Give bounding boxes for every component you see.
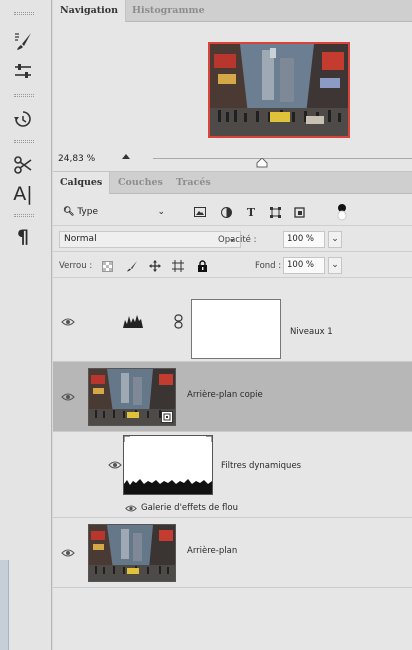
search-icon: 🔍︎ <box>63 207 75 217</box>
visibility-eye-icon[interactable] <box>61 548 75 558</box>
blend-mode-select[interactable]: Normal ⌄ <box>59 231 241 248</box>
shape-filter-icon[interactable] <box>269 206 281 218</box>
fill-field[interactable]: 100 % <box>283 257 325 274</box>
pixel-filter-icon[interactable] <box>194 206 206 218</box>
zoom-slider-thumb[interactable] <box>256 158 268 168</box>
smart-filter-mask-thumbnail[interactable] <box>123 435 213 495</box>
chevron-down-icon: ⌄ <box>157 207 165 217</box>
layers-panel: Calques Couches Tracés 🔍︎ Type ⌄ T Norma… <box>53 172 412 650</box>
layer-name[interactable]: Arrière-plan <box>187 546 237 556</box>
layer-thumbnail[interactable] <box>88 368 176 426</box>
character-tool-icon[interactable]: A| <box>8 181 38 207</box>
type-filter-icon[interactable]: T <box>245 206 257 219</box>
filter-effect-name[interactable]: Galerie d'effets de flou <box>141 503 238 513</box>
navigator-tab-bar: Navigation Histogramme <box>53 0 412 22</box>
opacity-dropdown-button[interactable]: ⌄ <box>328 231 342 248</box>
clone-tool-icon[interactable] <box>8 152 38 178</box>
visibility-eye-icon[interactable] <box>61 317 75 327</box>
tab-navigation[interactable]: Navigation <box>53 0 127 22</box>
adjustment-filter-icon[interactable] <box>220 206 232 218</box>
levels-adjustment-icon <box>123 315 143 328</box>
visibility-eye-icon[interactable] <box>108 460 122 470</box>
layer-row[interactable]: Arrière-plan copie <box>53 362 412 432</box>
blend-mode-label: Normal <box>64 234 97 244</box>
navigator-preview-area <box>53 22 412 144</box>
smart-filter-row[interactable]: Filtres dynamiques Galerie d'effets de f… <box>53 432 412 518</box>
filter-toggle-switch[interactable] <box>337 203 347 221</box>
panel-column: Navigation Histogramme 24,83 % Calques C… <box>53 0 412 650</box>
panel-grip[interactable] <box>14 94 34 97</box>
layer-row[interactable]: Niveaux 1 <box>53 280 412 362</box>
lock-image-pixels-icon[interactable] <box>126 260 138 272</box>
opacity-field[interactable]: 100 % <box>283 231 325 248</box>
smart-object-badge-icon <box>161 411 173 423</box>
paragraph-tool-icon[interactable]: ¶ <box>8 224 38 250</box>
navigator-preview-thumbnail[interactable] <box>208 42 350 138</box>
opacity-label: Opacité : <box>218 235 257 245</box>
lock-transparent-pixels-icon[interactable] <box>101 260 113 272</box>
navigator-zoom-row: 24,83 % <box>53 144 412 172</box>
layer-name[interactable]: Niveaux 1 <box>290 327 333 337</box>
layers-tab-bar: Calques Couches Tracés <box>53 172 412 194</box>
layer-filter-row: 🔍︎ Type ⌄ T <box>53 200 412 226</box>
panel-grip[interactable] <box>14 140 34 143</box>
visibility-eye-icon[interactable] <box>61 392 75 402</box>
brush-settings-tool-icon[interactable] <box>8 28 38 54</box>
zoom-value[interactable]: 24,83 % <box>58 154 95 164</box>
lock-position-icon[interactable] <box>149 260 161 272</box>
zoom-out-icon[interactable] <box>122 154 130 159</box>
tool-strip: A| ¶ <box>0 0 52 650</box>
lock-row: Verrou : Fond : 100 % ⌄ <box>53 254 412 278</box>
smart-object-filter-icon[interactable] <box>293 206 305 218</box>
window-edge <box>0 560 9 650</box>
blend-row: Normal ⌄ Opacité : 100 % ⌄ <box>53 228 412 252</box>
layer-thumbnail[interactable] <box>88 524 176 582</box>
tab-channels[interactable]: Couches <box>111 172 170 194</box>
visibility-eye-icon[interactable] <box>125 504 137 513</box>
lock-artboard-icon[interactable] <box>172 260 184 272</box>
link-chain-icon[interactable] <box>174 314 183 329</box>
panel-grip[interactable] <box>14 12 34 15</box>
filter-kind-select[interactable]: 🔍︎ Type ⌄ <box>59 203 171 221</box>
layer-name[interactable]: Arrière-plan copie <box>187 390 263 400</box>
zoom-slider-track[interactable] <box>153 158 412 159</box>
fill-dropdown-button[interactable]: ⌄ <box>328 257 342 274</box>
history-brush-tool-icon[interactable] <box>8 106 38 132</box>
fill-label: Fond : <box>255 261 282 271</box>
adjustment-sliders-tool-icon[interactable] <box>8 58 38 84</box>
lock-label: Verrou : <box>59 261 93 271</box>
tab-paths[interactable]: Tracés <box>169 172 218 194</box>
filter-kind-label: Type <box>77 207 98 217</box>
layer-mask-thumbnail[interactable] <box>191 299 281 359</box>
panel-grip[interactable] <box>14 214 34 217</box>
layer-row[interactable]: Arrière-plan <box>53 518 412 588</box>
lock-all-icon[interactable] <box>196 260 208 272</box>
smart-filter-name[interactable]: Filtres dynamiques <box>221 461 301 471</box>
tab-histogram[interactable]: Histogramme <box>125 0 212 22</box>
tab-layers[interactable]: Calques <box>53 172 111 194</box>
